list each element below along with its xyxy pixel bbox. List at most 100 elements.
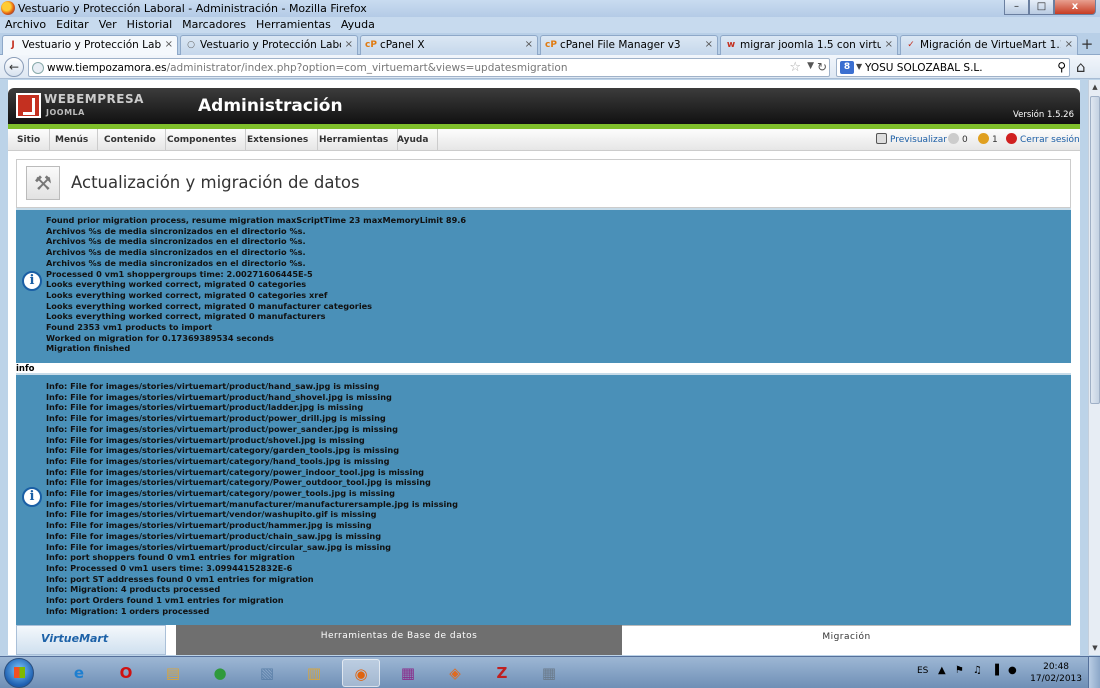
- search-engine-icon[interactable]: 8: [840, 61, 854, 74]
- menu-marcadores[interactable]: Marcadores: [177, 17, 251, 33]
- winrar-icon[interactable]: ▦: [389, 659, 427, 687]
- tab-close-icon[interactable]: ×: [345, 39, 353, 50]
- windows-taskbar: e O ▤ ● ▧ ▥ ◉ ▦ ◈ Z ▦ ES ▲ ⚑ ♫ ▐ ● 20:48 17/02/201…: [0, 656, 1100, 688]
- back-button[interactable]: ←: [4, 57, 24, 77]
- maximize-button[interactable]: □: [1029, 0, 1054, 15]
- url-bar[interactable]: www.tiempozamora.es/administrator/index.…: [28, 58, 830, 77]
- tab-close-icon[interactable]: ×: [525, 39, 533, 50]
- tab-db-tools[interactable]: Herramientas de Base de datos: [176, 625, 622, 655]
- globe-icon: [32, 62, 44, 74]
- message-line: Processed 0 vm1 shoppergroups time: 2.00…: [46, 268, 313, 279]
- chrome-icon[interactable]: ●: [201, 659, 239, 687]
- navigation-bar: ← www.tiempozamora.es/administrator/inde…: [0, 55, 1100, 79]
- admin-menu-ayuda[interactable]: Ayuda: [388, 129, 439, 151]
- opera-icon[interactable]: O: [107, 659, 145, 687]
- message-line: Migration finished: [46, 343, 131, 354]
- message-line: Archivos %s de media sincronizados en el…: [46, 236, 306, 247]
- notepad-icon[interactable]: ▧: [248, 659, 286, 687]
- menu-archivo[interactable]: Archivo: [0, 17, 51, 33]
- admin-menu-componentes[interactable]: Componentes: [158, 129, 247, 151]
- message-icon: [948, 133, 959, 144]
- home-icon[interactable]: ⌂: [1076, 58, 1086, 76]
- admin-menu: Sitio Menús Contenido Componentes Extens…: [8, 129, 1080, 151]
- users-counter[interactable]: 1: [978, 129, 998, 151]
- browser-tab[interactable]: w migrar joomla 1.5 con virtuemart 1... …: [720, 35, 898, 55]
- firefox-logo-icon[interactable]: [1, 1, 15, 15]
- show-desktop-button[interactable]: [1088, 657, 1100, 688]
- tab-close-icon[interactable]: ×: [165, 39, 173, 50]
- window-title: Vestuario y Protección Laboral - Adminis…: [18, 2, 367, 15]
- folder-icon[interactable]: ▥: [295, 659, 333, 687]
- firefox-icon[interactable]: ◉: [342, 659, 380, 687]
- page-title: Actualización y migración de datos: [71, 173, 360, 192]
- logout-link[interactable]: Cerrar sesión: [1006, 129, 1080, 151]
- virtuemart-panel: VirtueMart Herramientas de Base de datos…: [16, 625, 1071, 655]
- tab-close-icon[interactable]: ×: [705, 39, 713, 50]
- chevron-down-icon[interactable]: ▼: [807, 61, 814, 71]
- message-line: Archivos %s de media sincronizados en el…: [46, 247, 306, 258]
- tab-label: Migración de VirtueMart 1.1 a Virt...: [920, 39, 1061, 51]
- search-icon[interactable]: ⚲: [1057, 60, 1066, 74]
- info-icon: i: [22, 271, 42, 291]
- scroll-thumb[interactable]: [1090, 96, 1100, 404]
- browser-tab[interactable]: ✓ Migración de VirtueMart 1.1 a Virt... …: [900, 35, 1078, 55]
- ie-icon[interactable]: e: [60, 659, 98, 687]
- preview-link[interactable]: Previsualizar: [876, 129, 947, 151]
- message-line: Info: File for images/stories/virtuemart…: [46, 466, 425, 477]
- menu-editar[interactable]: Editar: [51, 17, 94, 33]
- menu-historial[interactable]: Historial: [122, 17, 177, 33]
- reload-icon[interactable]: ↻: [817, 60, 827, 74]
- message-line: Worked on migration for 0.17369389534 se…: [46, 332, 274, 343]
- new-tab-button[interactable]: +: [1078, 36, 1096, 54]
- admin-menu-contenido[interactable]: Contenido: [95, 129, 166, 151]
- admin-menu-menus[interactable]: Menús: [46, 129, 99, 151]
- filezilla-icon[interactable]: Z: [483, 659, 521, 687]
- calculator-icon[interactable]: ▦: [530, 659, 568, 687]
- tab-label: migrar joomla 1.5 con virtuemart 1...: [740, 39, 881, 51]
- minimize-button[interactable]: –: [1004, 0, 1029, 15]
- message-line: Info: port ST addresses found 0 vm1 entr…: [46, 573, 314, 584]
- menu-ver[interactable]: Ver: [94, 17, 122, 33]
- scroll-up-icon[interactable]: ▲: [1089, 80, 1100, 94]
- tray-icons[interactable]: ▲ ⚑ ♫ ▐ ●: [938, 665, 1020, 676]
- tab-strip: J Vestuario y Protección Laboral - A... …: [0, 33, 1100, 56]
- chevron-down-icon[interactable]: ▼: [856, 62, 862, 71]
- info-icon: i: [22, 487, 42, 507]
- message-line: Looks everything worked correct, migrate…: [46, 289, 328, 300]
- tab-close-icon[interactable]: ×: [885, 39, 893, 50]
- menu-ayuda[interactable]: Ayuda: [336, 17, 380, 33]
- brand-subtitle: JOOMLA: [46, 108, 85, 117]
- messages-counter[interactable]: 0: [948, 129, 968, 151]
- clock[interactable]: 20:48 17/02/2013: [1030, 661, 1082, 685]
- admin-menu-sitio[interactable]: Sitio: [8, 129, 51, 151]
- tab-migration[interactable]: Migración: [622, 625, 1071, 655]
- tab-close-icon[interactable]: ×: [1065, 39, 1073, 50]
- close-window-button[interactable]: x: [1054, 0, 1096, 15]
- logout-icon: [1006, 133, 1017, 144]
- start-button[interactable]: [4, 658, 34, 688]
- admin-menu-extensiones[interactable]: Extensiones: [238, 129, 319, 151]
- page-scrollbar[interactable]: ▲ ▼: [1088, 80, 1100, 655]
- browser-tab[interactable]: cP cPanel File Manager v3 ×: [540, 35, 718, 55]
- message-line: Info: File for images/stories/virtuemart…: [46, 455, 390, 466]
- message-line: Archivos %s de media sincronizados en el…: [46, 257, 306, 268]
- explorer-icon[interactable]: ▤: [154, 659, 192, 687]
- browser-tab[interactable]: ○ Vestuario y Protección Laboral ×: [180, 35, 358, 55]
- message-line: Archivos %s de media sincronizados en el…: [46, 225, 306, 236]
- scroll-down-icon[interactable]: ▼: [1089, 641, 1100, 655]
- admin-menu-herramientas[interactable]: Herramientas: [310, 129, 399, 151]
- bookmark-star-icon[interactable]: ☆: [789, 60, 801, 75]
- version-label: Versión 1.5.26: [1013, 110, 1074, 120]
- menu-herramientas[interactable]: Herramientas: [251, 17, 336, 33]
- browser-tab[interactable]: J Vestuario y Protección Laboral - A... …: [2, 35, 178, 56]
- page-icon: ○: [187, 40, 195, 50]
- message-box-migration: i Found prior migration process, resume …: [16, 208, 1071, 363]
- language-indicator[interactable]: ES: [917, 666, 928, 676]
- browser-tab[interactable]: cP cPanel X ×: [360, 35, 538, 55]
- url-text: www.tiempozamora.es/administrator/index.…: [47, 62, 568, 74]
- message-line: Info: File for images/stories/virtuemart…: [46, 391, 392, 402]
- message-line: Looks everything worked correct, migrate…: [46, 311, 326, 322]
- origin-icon[interactable]: ◈: [436, 659, 474, 687]
- search-bar[interactable]: 8 ▼ YOSU SOLOZABAL S.L. ⚲: [836, 58, 1070, 77]
- search-input[interactable]: YOSU SOLOZABAL S.L.: [865, 62, 983, 74]
